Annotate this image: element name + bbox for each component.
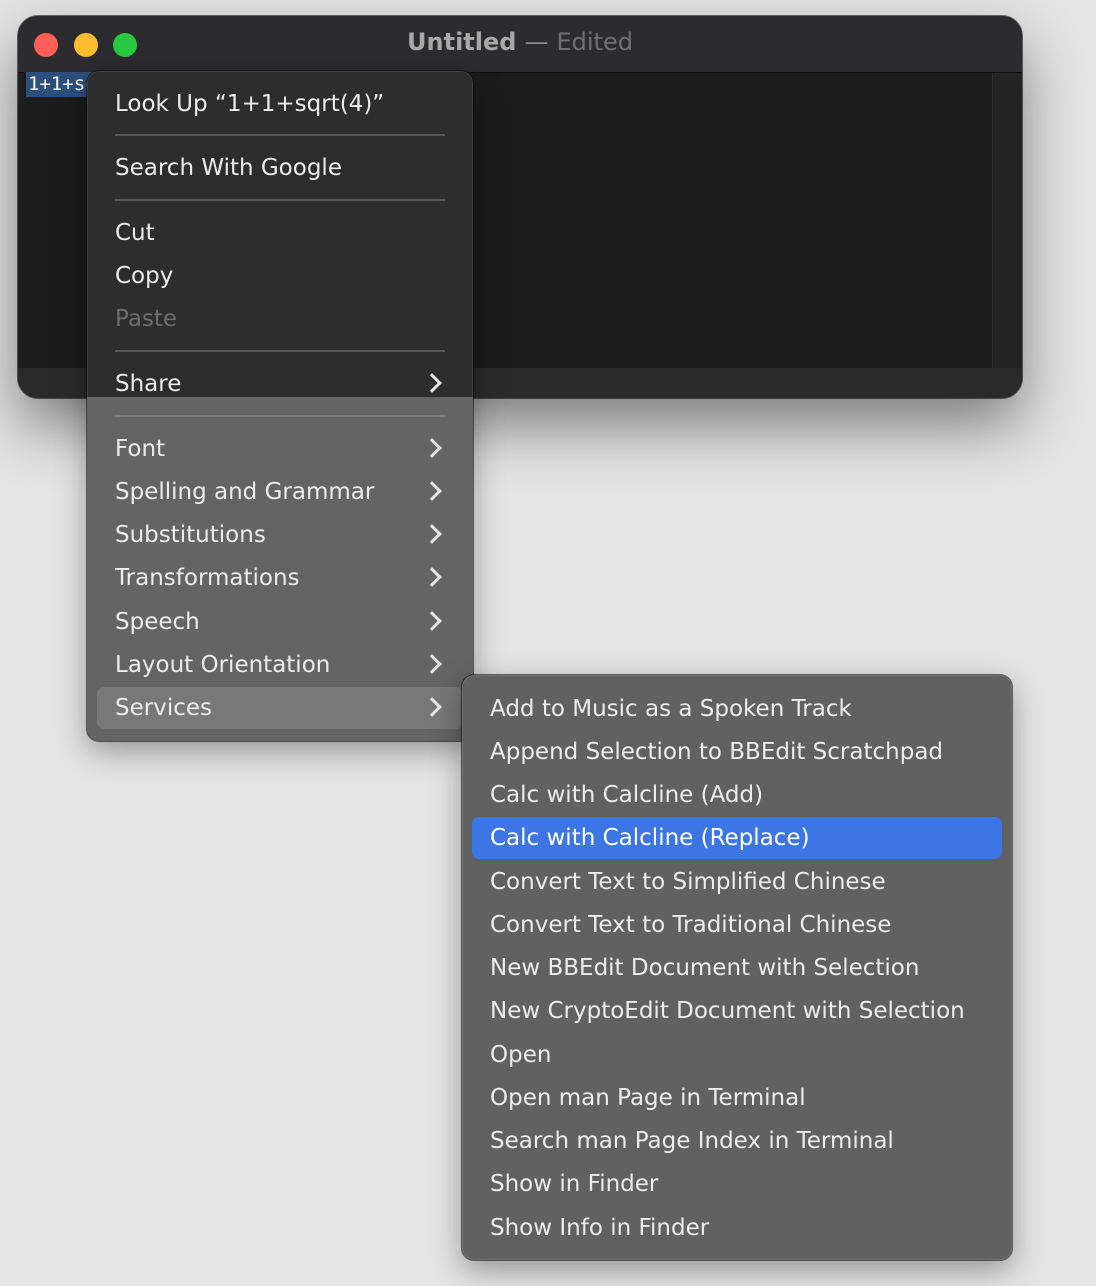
menu-item-cut[interactable]: Cut xyxy=(97,212,463,254)
menu-item-label: Speech xyxy=(115,609,200,635)
menu-item-label: Convert Text to Traditional Chinese xyxy=(490,912,892,938)
menu-divider xyxy=(115,134,445,136)
menu-item-font[interactable]: Font xyxy=(97,428,463,470)
menu-item-speech[interactable]: Speech xyxy=(97,601,463,643)
document-status: Edited xyxy=(556,28,633,56)
menu-item-label: New CryptoEdit Document with Selection xyxy=(490,998,965,1024)
menu-item-label: Search man Page Index in Terminal xyxy=(490,1128,894,1154)
context-menu: Look Up “1+1+sqrt(4)” Search With Google… xyxy=(87,71,473,741)
menu-item-look-up[interactable]: Look Up “1+1+sqrt(4)” xyxy=(97,83,463,125)
menu-item-label: Services xyxy=(115,695,212,721)
services-item-show-info-in-finder[interactable]: Show Info in Finder xyxy=(472,1207,1002,1249)
title-bar[interactable]: Untitled — Edited xyxy=(18,16,1022,73)
chevron-right-icon xyxy=(422,567,442,587)
menu-item-layout-orientation[interactable]: Layout Orientation xyxy=(97,644,463,686)
menu-item-copy[interactable]: Copy xyxy=(97,255,463,297)
services-item-open[interactable]: Open xyxy=(472,1034,1002,1076)
services-item-show-in-finder[interactable]: Show in Finder xyxy=(472,1163,1002,1205)
chevron-right-icon xyxy=(422,481,442,501)
chevron-right-icon xyxy=(422,373,442,393)
menu-item-label: Calc with Calcline (Replace) xyxy=(490,825,810,851)
menu-item-search-with-google[interactable]: Search With Google xyxy=(97,147,463,189)
menu-item-label: Substitutions xyxy=(115,522,266,548)
menu-item-label: Add to Music as a Spoken Track xyxy=(490,696,852,722)
menu-item-label: Layout Orientation xyxy=(115,652,331,678)
menu-item-services[interactable]: Services xyxy=(97,687,463,729)
document-name: Untitled xyxy=(407,28,517,56)
services-item-new-bbedit-document[interactable]: New BBEdit Document with Selection xyxy=(472,947,1002,989)
menu-item-label: Paste xyxy=(115,306,178,332)
title-separator: — xyxy=(524,28,549,56)
menu-item-label: Share xyxy=(115,371,182,397)
chevron-right-icon xyxy=(422,697,442,717)
menu-item-label: Show in Finder xyxy=(490,1171,659,1197)
chevron-right-icon xyxy=(422,524,442,544)
services-submenu: Add to Music as a Spoken Track Append Se… xyxy=(462,675,1012,1260)
menu-item-label: Transformations xyxy=(115,565,300,591)
services-item-convert-traditional-chinese[interactable]: Convert Text to Traditional Chinese xyxy=(472,904,1002,946)
services-item-convert-simplified-chinese[interactable]: Convert Text to Simplified Chinese xyxy=(472,861,1002,903)
menu-item-label: Open man Page in Terminal xyxy=(490,1085,806,1111)
services-item-new-cryptoedit-document[interactable]: New CryptoEdit Document with Selection xyxy=(472,990,1002,1032)
menu-divider xyxy=(115,199,445,201)
menu-item-share[interactable]: Share xyxy=(97,363,463,405)
menu-item-transformations[interactable]: Transformations xyxy=(97,557,463,599)
chevron-right-icon xyxy=(422,654,442,674)
menu-divider xyxy=(115,350,445,352)
chevron-right-icon xyxy=(422,438,442,458)
menu-item-label: Look Up “1+1+sqrt(4)” xyxy=(115,91,385,117)
chevron-right-icon xyxy=(422,611,442,631)
menu-item-label: Copy xyxy=(115,263,174,289)
menu-divider xyxy=(115,415,445,417)
menu-item-label: Font xyxy=(115,436,166,462)
menu-item-spelling-and-grammar[interactable]: Spelling and Grammar xyxy=(97,471,463,513)
services-item-open-man-page[interactable]: Open man Page in Terminal xyxy=(472,1077,1002,1119)
menu-item-label: Cut xyxy=(115,220,155,246)
menu-item-substitutions[interactable]: Substitutions xyxy=(97,514,463,556)
window-title: Untitled — Edited xyxy=(18,28,1022,56)
menu-item-paste: Paste xyxy=(97,298,463,340)
menu-item-label: Search With Google xyxy=(115,155,342,181)
menu-item-label: Convert Text to Simplified Chinese xyxy=(490,869,886,895)
services-item-add-to-music[interactable]: Add to Music as a Spoken Track xyxy=(472,688,1002,730)
services-item-calc-add[interactable]: Calc with Calcline (Add) xyxy=(472,774,1002,816)
menu-item-label: Append Selection to BBEdit Scratchpad xyxy=(490,739,944,765)
menu-item-label: New BBEdit Document with Selection xyxy=(490,955,920,981)
menu-item-label: Show Info in Finder xyxy=(490,1215,710,1241)
services-item-search-man-page-index[interactable]: Search man Page Index in Terminal xyxy=(472,1120,1002,1162)
menu-item-label: Spelling and Grammar xyxy=(115,479,375,505)
vertical-scrollbar[interactable] xyxy=(992,73,1022,368)
services-item-calc-replace[interactable]: Calc with Calcline (Replace) xyxy=(472,817,1002,859)
menu-item-label: Calc with Calcline (Add) xyxy=(490,782,764,808)
services-item-append-to-bbedit-scratchpad[interactable]: Append Selection to BBEdit Scratchpad xyxy=(472,731,1002,773)
menu-item-label: Open xyxy=(490,1042,552,1068)
